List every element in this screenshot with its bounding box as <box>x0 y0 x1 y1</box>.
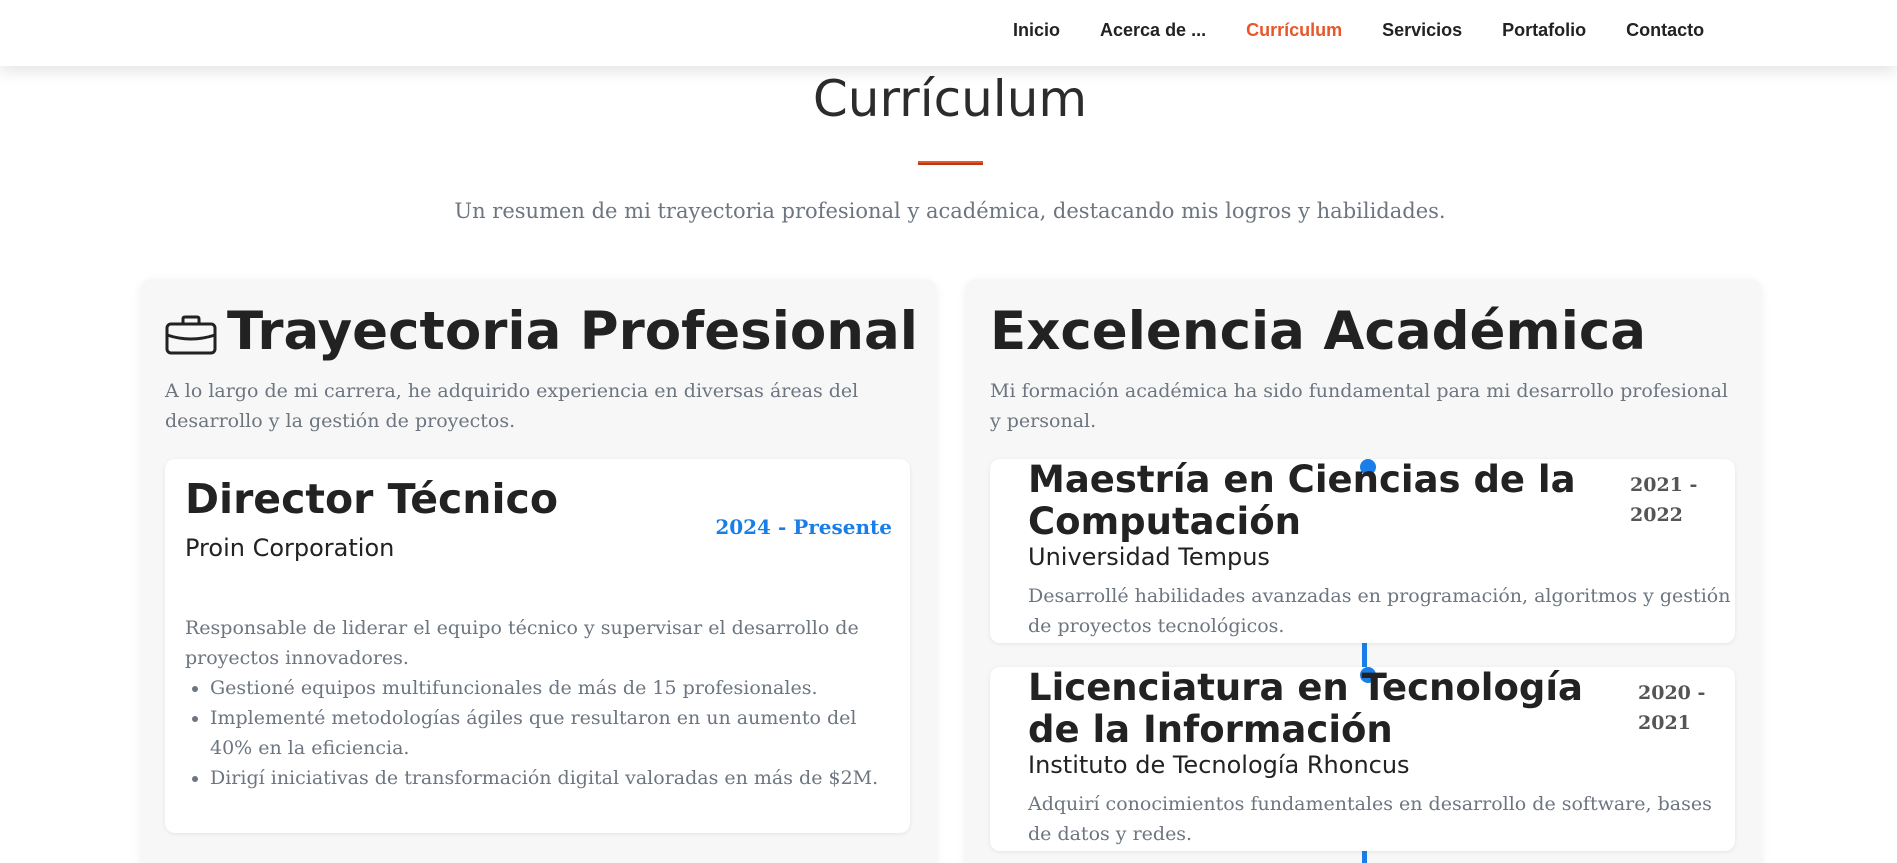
professional-title: Trayectoria Profesional <box>227 301 918 362</box>
nav-list: Inicio Acerca de ... Currículum Servicio… <box>1013 20 1744 41</box>
job-description: Responsable de liderar el equipo técnico… <box>185 617 859 669</box>
education-school: Instituto de Tecnología Rhoncus <box>1028 751 1410 779</box>
academic-description: Mi formación académica ha sido fundament… <box>990 380 1729 432</box>
job-card: Director Técnico Proin Corporation 2024 … <box>165 459 910 833</box>
nav-item-portafolio[interactable]: Portafolio <box>1502 20 1586 41</box>
education-description: Adquirí conocimientos fundamentales en d… <box>1028 793 1712 845</box>
job-dates: 2024 - Presente <box>715 515 892 539</box>
academic-title: Excelencia Académica <box>990 301 1647 362</box>
nav-item-contacto[interactable]: Contacto <box>1626 20 1704 41</box>
education-card: Licenciatura en Tecnología de la Informa… <box>990 667 1735 851</box>
professional-description: A lo largo de mi carrera, he adquirido e… <box>165 380 859 432</box>
professional-heading: Trayectoria Profesional <box>165 301 918 362</box>
nav-item-acerca[interactable]: Acerca de ... <box>1100 20 1206 41</box>
nav-item-curriculum[interactable]: Currículum <box>1246 20 1342 41</box>
academic-panel: Excelencia Académica Mi formación académ… <box>965 279 1762 863</box>
navbar: Inicio Acerca de ... Currículum Servicio… <box>0 0 1897 66</box>
list-item: Dirigí iniciativas de transformación dig… <box>210 763 890 793</box>
education-title: Licenciatura en Tecnología de la Informa… <box>1028 666 1583 751</box>
section-subtitle: Un resumen de mi trayectoria profesional… <box>454 199 1446 223</box>
education-card: Maestría en Ciencias de la Computación U… <box>990 459 1735 643</box>
section-title: Currículum <box>812 70 1088 128</box>
list-item: Gestioné equipos multifuncionales de más… <box>210 673 890 703</box>
education-years: 2021 - 2022 <box>1630 474 1698 526</box>
briefcase-icon <box>165 315 217 354</box>
job-title: Director Técnico <box>185 475 559 523</box>
job-company: Proin Corporation <box>185 534 395 562</box>
nav-item-inicio[interactable]: Inicio <box>1013 20 1060 41</box>
job-achievements: Gestioné equipos multifuncionales de más… <box>210 673 890 793</box>
education-title: Maestría en Ciencias de la Computación <box>1028 458 1576 543</box>
professional-panel: Trayectoria Profesional A lo largo de mi… <box>140 279 937 863</box>
education-years: 2020 - 2021 <box>1638 682 1706 734</box>
education-school: Universidad Tempus <box>1028 543 1270 571</box>
education-description: Desarrollé habilidades avanzadas en prog… <box>1028 585 1731 637</box>
title-underline <box>918 161 983 165</box>
list-item: Implementé metodologías ágiles que resul… <box>210 703 890 763</box>
nav-item-servicios[interactable]: Servicios <box>1382 20 1462 41</box>
